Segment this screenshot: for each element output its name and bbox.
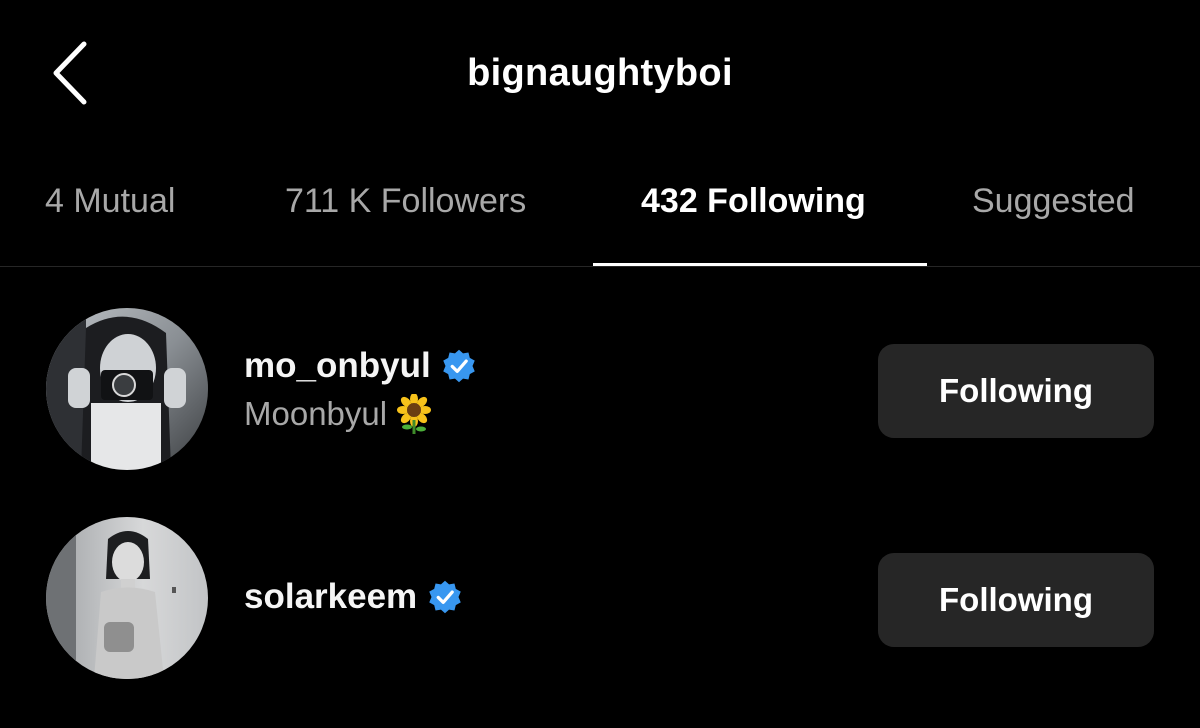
following-button[interactable]: Following	[878, 344, 1154, 438]
tab-mutual[interactable]: 4 Mutual	[45, 182, 175, 221]
tab-followers[interactable]: 711 K Followers	[285, 182, 526, 221]
username[interactable]: mo_onbyul	[244, 346, 431, 386]
user-info: mo_onbyul Moonbyul	[244, 346, 477, 434]
avatar[interactable]	[46, 308, 208, 470]
tab-bar: 4 Mutual 711 K Followers 432 Following S…	[0, 160, 1200, 267]
user-info: solarkeem	[244, 577, 463, 617]
sunflower-icon	[397, 394, 432, 434]
following-button[interactable]: Following	[878, 553, 1154, 647]
list-item: mo_onbyul Moonbyul Following	[0, 308, 1200, 476]
tab-following[interactable]: 432 Following	[641, 182, 866, 221]
username[interactable]: solarkeem	[244, 577, 417, 617]
tab-suggested[interactable]: Suggested	[972, 182, 1135, 221]
avatar[interactable]	[46, 517, 208, 679]
verified-badge-icon	[429, 580, 461, 614]
active-tab-indicator	[593, 263, 927, 266]
page-title: bignaughtyboi	[467, 52, 733, 94]
verified-badge-icon	[442, 349, 475, 383]
list-item: solarkeem Following	[0, 517, 1200, 685]
top-bar: bignaughtyboi	[0, 0, 1200, 160]
full-name: Moonbyul	[244, 395, 388, 432]
